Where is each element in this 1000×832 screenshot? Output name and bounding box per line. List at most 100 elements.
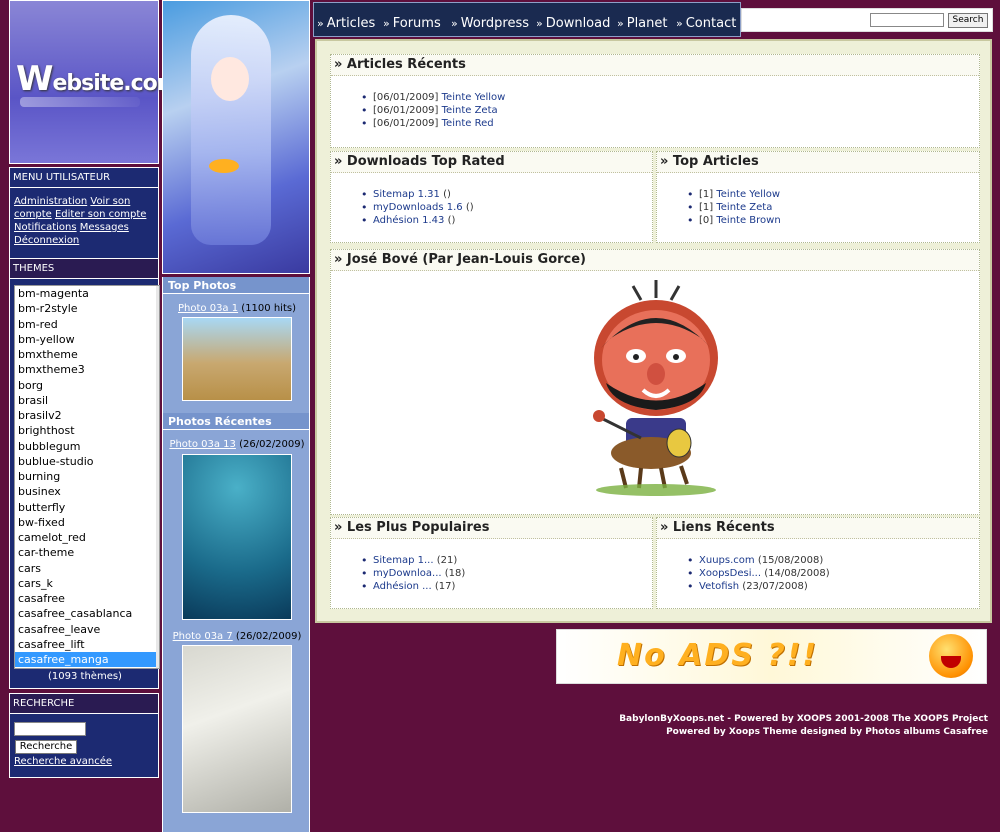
- caricature-block: » José Bové (Par Jean-Louis Gorce): [330, 249, 980, 515]
- edit-account-link[interactable]: Editer son compte: [55, 209, 146, 220]
- top-search-input[interactable]: [870, 13, 944, 27]
- search-block-button[interactable]: Recherche: [15, 740, 77, 754]
- theme-option[interactable]: camelot_red: [15, 530, 159, 545]
- theme-option[interactable]: casafree: [15, 591, 159, 606]
- theme-option[interactable]: casafree_manga: [15, 652, 159, 668]
- top-search-bar: Search: [741, 8, 993, 32]
- top-search-button[interactable]: Search: [948, 13, 988, 28]
- download-link[interactable]: Sitemap 1.31: [373, 189, 440, 200]
- search-block-title: Recherche: [10, 694, 158, 714]
- theme-option[interactable]: bubblegum: [15, 439, 159, 454]
- logout-link[interactable]: Déconnexion: [14, 235, 79, 246]
- messages-link[interactable]: Messages: [80, 222, 129, 233]
- theme-option[interactable]: borg: [15, 378, 159, 393]
- theme-option[interactable]: casafree_lift: [15, 637, 159, 652]
- theme-option[interactable]: brighthost: [15, 423, 159, 438]
- list-item: [06/01/2009] Teinte Yellow: [361, 91, 979, 104]
- theme-option[interactable]: bmxtheme3: [15, 362, 159, 377]
- theme-option[interactable]: bw-fixed: [15, 515, 159, 530]
- theme-option[interactable]: car-theme: [15, 545, 159, 560]
- theme-option[interactable]: bublue-studio: [15, 454, 159, 469]
- theme-option[interactable]: bm-yellow: [15, 332, 159, 347]
- no-ads-banner[interactable]: No ADS ?!!: [556, 629, 987, 684]
- themes-title: Themes: [10, 259, 158, 279]
- camel-photo-thumbnail[interactable]: [182, 317, 292, 401]
- site-logo[interactable]: Website.com: [9, 0, 180, 164]
- download-link[interactable]: myDownloads 1.6: [373, 202, 463, 213]
- user-menu-block: Menu Utilisateur Administration Voir son…: [9, 167, 159, 259]
- footer: BabylonByXoops.net - Powered by XOOPS 20…: [560, 713, 988, 739]
- popular-link[interactable]: Sitemap 1...: [373, 555, 434, 566]
- recent-link[interactable]: Vetofish: [699, 581, 739, 592]
- theme-option[interactable]: butterfly: [15, 500, 159, 515]
- most-popular-title: » Les Plus Populaires: [331, 518, 652, 539]
- main-navigation: » Articles » Forums » Wordpress » Download »…: [313, 2, 741, 37]
- recent-articles-title: » Articles Récents: [331, 55, 979, 76]
- article-link[interactable]: Teinte Brown: [716, 215, 780, 226]
- theme-list-scrollbar[interactable]: [156, 286, 159, 668]
- shouting-smiley-icon: [929, 634, 973, 678]
- theme-option[interactable]: bm-red: [15, 317, 159, 332]
- top-articles-title: » Top Articles: [657, 152, 979, 173]
- article-link[interactable]: Teinte Yellow: [716, 189, 780, 200]
- search-block: Recherche Recherche Recherche avancée: [9, 693, 159, 778]
- article-link[interactable]: Teinte Zeta: [716, 202, 772, 213]
- theme-option[interactable]: businex: [15, 484, 159, 499]
- nav-download[interactable]: » Download: [536, 16, 610, 31]
- list-item: [1] Teinte Zeta: [687, 201, 979, 214]
- downloads-top-rated-block: » Downloads Top Rated Sitemap 1.31 () my…: [330, 151, 653, 243]
- advanced-search-link[interactable]: Recherche avancée: [14, 756, 112, 767]
- popular-link[interactable]: Adhésion ...: [373, 581, 432, 592]
- dolphin-photo-thumbnail[interactable]: [182, 454, 292, 620]
- theme-option[interactable]: burning: [15, 469, 159, 484]
- list-item: Adhésion ... (17): [361, 580, 652, 593]
- list-item: myDownloa... (18): [361, 567, 652, 580]
- article-link[interactable]: Teinte Yellow: [442, 92, 506, 103]
- nav-forums[interactable]: » Forums: [383, 16, 441, 31]
- search-block-input[interactable]: [14, 722, 86, 736]
- recent-photos-title: Photos Récentes: [163, 413, 309, 430]
- theme-select-list[interactable]: bm-magenta bm-r2style bm-red bm-yellow bmxth…: [14, 285, 160, 669]
- nav-wordpress[interactable]: » Wordpress: [451, 16, 529, 31]
- article-link[interactable]: Teinte Zeta: [442, 105, 498, 116]
- recent-photo-link[interactable]: Photo 03a 7: [173, 631, 233, 642]
- theme-option[interactable]: casafree_casablanca: [15, 606, 159, 621]
- logo-reflection: [20, 97, 140, 107]
- notifications-link[interactable]: Notifications: [14, 222, 77, 233]
- admin-link[interactable]: Administration: [14, 196, 87, 207]
- theme-option[interactable]: brasil: [15, 393, 159, 408]
- caricature-image[interactable]: [581, 278, 731, 500]
- footer-line-2: Powered by Xoops Theme designed by Photo…: [666, 727, 988, 737]
- recent-photo-date: (26/02/2009): [239, 439, 305, 450]
- theme-option[interactable]: bm-r2style: [15, 301, 159, 316]
- polar-bear-photo-thumbnail[interactable]: [182, 645, 292, 813]
- nav-contact[interactable]: » Contact: [676, 16, 736, 31]
- list-item: Xuups.com (15/08/2008): [687, 554, 979, 567]
- recent-photo-caption: Photo 03a 7 (26/02/2009): [163, 631, 311, 642]
- theme-option[interactable]: casafree_leave: [15, 622, 159, 637]
- theme-option[interactable]: brasilv2: [15, 408, 159, 423]
- recent-photo-link[interactable]: Photo 03a 13: [169, 439, 235, 450]
- themes-block: Themes bm-magenta bm-r2style bm-red bm-yell…: [9, 259, 160, 689]
- nav-planet[interactable]: » Planet: [617, 16, 668, 31]
- theme-option[interactable]: cars: [15, 561, 159, 576]
- list-item: [06/01/2009] Teinte Zeta: [361, 104, 979, 117]
- article-link[interactable]: Teinte Red: [442, 118, 494, 129]
- recent-link[interactable]: XoopsDesi...: [699, 568, 761, 579]
- artwork-fish: [209, 159, 239, 173]
- top-photo-link[interactable]: Photo 03a 1: [178, 303, 238, 314]
- top-photos-title: Top Photos: [163, 277, 309, 294]
- banner-text: No ADS ?!!: [617, 638, 819, 673]
- photos-column: Top Photos Photo 03a 1 (1100 hits) Photo…: [162, 277, 310, 832]
- recent-link[interactable]: Xuups.com: [699, 555, 755, 566]
- theme-option[interactable]: cars_k: [15, 576, 159, 591]
- list-item: Adhésion 1.43 (): [361, 214, 652, 227]
- list-item: [0] Teinte Brown: [687, 214, 979, 227]
- nav-articles[interactable]: » Articles: [317, 16, 375, 31]
- caricature-title: » José Bové (Par Jean-Louis Gorce): [331, 250, 979, 271]
- header-artwork: [162, 0, 310, 274]
- popular-link[interactable]: myDownloa...: [373, 568, 442, 579]
- download-link[interactable]: Adhésion 1.43: [373, 215, 444, 226]
- theme-option[interactable]: bmxtheme: [15, 347, 159, 362]
- theme-option[interactable]: bm-magenta: [15, 286, 159, 301]
